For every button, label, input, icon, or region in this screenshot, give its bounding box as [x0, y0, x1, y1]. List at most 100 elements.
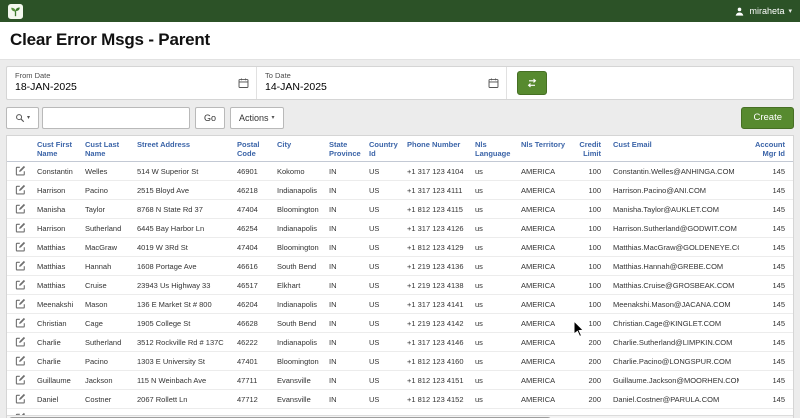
column-header-state-province[interactable]: State Province: [325, 136, 365, 162]
column-header-postal-code[interactable]: Postal Code: [233, 136, 273, 162]
column-header-cust-first-name[interactable]: Cust First Name: [33, 136, 81, 162]
edit-row-button[interactable]: [14, 354, 27, 367]
actions-label: Actions: [239, 112, 269, 123]
cell: Indianapolis: [273, 180, 325, 200]
from-date-label: From Date: [15, 71, 51, 80]
cell: 100: [571, 218, 609, 238]
calendar-icon: [238, 77, 249, 92]
to-date-value[interactable]: 14-JAN-2025: [265, 81, 480, 93]
edit-row-button[interactable]: [14, 373, 27, 386]
search-options-button[interactable]: ▾: [6, 106, 39, 129]
edit-row-button[interactable]: [14, 164, 27, 177]
cell: IN: [325, 199, 365, 219]
cell: Daniel: [33, 389, 81, 409]
edit-row-button[interactable]: [14, 240, 27, 253]
cell: US: [365, 332, 403, 352]
edit-row-button[interactable]: [14, 278, 27, 291]
column-header-street-address[interactable]: Street Address: [133, 136, 233, 162]
edit-row-button[interactable]: [14, 259, 27, 272]
edit-cell: [7, 161, 33, 181]
cell: AMERICA: [517, 389, 571, 409]
edit-icon: [15, 297, 26, 312]
cell: us: [471, 389, 517, 409]
edit-cell: [7, 370, 33, 390]
table-row: Meenakshi Mason 136 E Market St # 800 46204…: [7, 294, 793, 314]
cell: 145: [739, 332, 793, 352]
apply-dates-button[interactable]: [517, 71, 547, 95]
cell: Charlie.Pacino@LONGSPUR.COM: [609, 351, 739, 371]
from-date-value[interactable]: 18-JAN-2025: [15, 81, 230, 93]
table-row: Guillaume Jackson 115 N Weinbach Ave 47711 E…: [7, 370, 793, 390]
cell: 145: [739, 313, 793, 333]
cell: +1 317 123 4141: [403, 294, 471, 314]
go-button[interactable]: Go: [195, 106, 226, 129]
page-content: From Date 18-JAN-2025 To Date 14-JAN-202…: [0, 60, 800, 418]
cell: Bloomington: [273, 237, 325, 257]
table-row: Harrison Pacino 2515 Bloyd Ave 46218 Indiana…: [7, 180, 793, 200]
cell: 100: [571, 237, 609, 257]
cell: Christian.Cage@KINGLET.COM: [609, 313, 739, 333]
filter-region: From Date 18-JAN-2025 To Date 14-JAN-202…: [6, 66, 794, 100]
cell: US: [365, 389, 403, 409]
table-row: Charlie Pacino 1303 E University St 47401 Bl…: [7, 351, 793, 371]
app-logo-icon[interactable]: [8, 3, 23, 19]
column-header-phone-number[interactable]: Phone Number: [403, 136, 471, 162]
edit-cell: [7, 389, 33, 409]
search-input[interactable]: [42, 106, 190, 129]
swap-arrows-icon: [526, 77, 538, 89]
cell: Sutherland: [81, 332, 133, 352]
column-header-nls-territory[interactable]: Nls Territory: [517, 136, 571, 162]
cell: Pacino: [81, 351, 133, 371]
user-menu[interactable]: miraheta ▾: [734, 6, 792, 17]
report-region: Cust First Name Cust Last Name Street Addr…: [6, 135, 794, 418]
from-date-calendar-button[interactable]: [236, 76, 251, 91]
cell: 47404: [233, 237, 273, 257]
cell: 145: [739, 161, 793, 181]
cell: AMERICA: [517, 332, 571, 352]
edit-icon: [15, 221, 26, 236]
column-header-nls-language[interactable]: Nls Language: [471, 136, 517, 162]
from-date-field[interactable]: From Date 18-JAN-2025: [7, 67, 257, 99]
edit-row-button[interactable]: [14, 335, 27, 348]
cell: Manisha: [33, 199, 81, 219]
table-row: Matthias Hannah 1608 Portage Ave 46616 South…: [7, 256, 793, 276]
cell: Bloomington: [273, 351, 325, 371]
cell: Meenakshi: [33, 294, 81, 314]
table-row: Christian Cage 1905 College St 46628 South B…: [7, 313, 793, 333]
cell: us: [471, 218, 517, 238]
column-header-cust-email[interactable]: Cust Email: [609, 136, 739, 162]
edit-row-button[interactable]: [14, 316, 27, 329]
cell: Charlie.Sutherland@LIMPKIN.COM: [609, 332, 739, 352]
edit-row-button[interactable]: [14, 221, 27, 234]
column-header-cust-last-name[interactable]: Cust Last Name: [81, 136, 133, 162]
to-date-label: To Date: [265, 71, 291, 80]
cell: 514 W Superior St: [133, 161, 233, 181]
edit-row-button[interactable]: [14, 202, 27, 215]
edit-row-button[interactable]: [14, 297, 27, 310]
edit-row-button[interactable]: [14, 392, 27, 405]
cell: IN: [325, 237, 365, 257]
to-date-calendar-button[interactable]: [486, 76, 501, 91]
cell: +1 317 123 4146: [403, 332, 471, 352]
cell: +1 812 123 4152: [403, 389, 471, 409]
cell: AMERICA: [517, 199, 571, 219]
cell: 46901: [233, 161, 273, 181]
cell: Indianapolis: [273, 218, 325, 238]
cell: 100: [571, 180, 609, 200]
cell: IN: [325, 332, 365, 352]
cell: us: [471, 256, 517, 276]
cell: South Bend: [273, 256, 325, 276]
cell: us: [471, 294, 517, 314]
create-button[interactable]: Create: [741, 106, 794, 129]
to-date-field[interactable]: To Date 14-JAN-2025: [257, 67, 507, 99]
column-header-city[interactable]: City: [273, 136, 325, 162]
cell: 145: [739, 237, 793, 257]
edit-row-button[interactable]: [14, 183, 27, 196]
actions-button[interactable]: Actions ▾: [230, 106, 284, 129]
cell: 4019 W 3Rd St: [133, 237, 233, 257]
cell: Harrison.Sutherland@GODWIT.COM: [609, 218, 739, 238]
column-header-account-mgr-id[interactable]: Account Mgr Id: [739, 136, 793, 162]
cell: Costner: [81, 389, 133, 409]
column-header-credit-limit[interactable]: Credit Limit: [571, 136, 609, 162]
column-header-country-id[interactable]: Country Id: [365, 136, 403, 162]
